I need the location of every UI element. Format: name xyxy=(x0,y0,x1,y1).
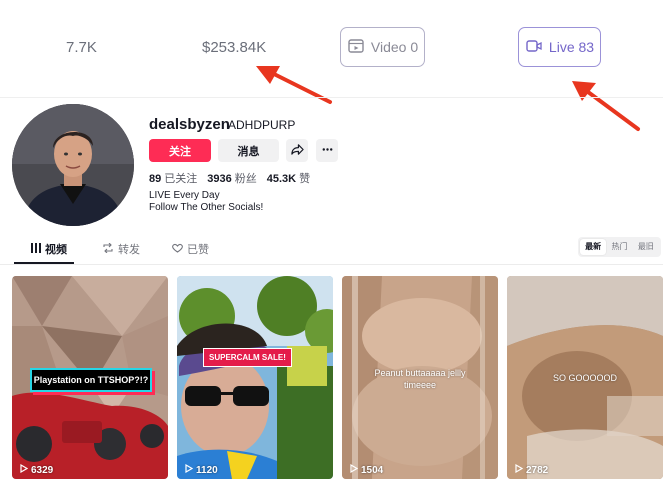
video-card-1[interactable]: Playstation on TTSHOP?!? 6329 xyxy=(12,276,168,479)
video-thumbnail-2 xyxy=(177,276,333,479)
tab-liked[interactable]: 已赞 xyxy=(172,241,209,257)
message-button[interactable]: 消息 xyxy=(218,139,279,162)
annotation-arrow-live xyxy=(572,81,640,131)
nickname: ADHDPURP xyxy=(228,118,296,132)
video-views-3: 1504 xyxy=(350,463,383,476)
more-icon xyxy=(321,143,334,159)
video-count-label: Video 0 xyxy=(370,39,419,55)
video-caption-4: SO GOOOOOD xyxy=(552,373,617,383)
annotation-arrow-revenue xyxy=(256,66,332,104)
video-caption-1: Playstation on TTSHOP?!? xyxy=(30,368,152,392)
heart-icon xyxy=(172,243,183,256)
stat-followers: 7.7K xyxy=(66,39,97,56)
grid-icon xyxy=(31,242,41,256)
following-stat[interactable]: 89 已关注 xyxy=(149,170,197,186)
bio-line-2: Follow The Other Socials! xyxy=(149,202,264,213)
video-count-button[interactable]: Video 0 xyxy=(340,27,425,67)
play-icon xyxy=(350,463,359,476)
play-icon xyxy=(20,463,29,476)
avatar[interactable] xyxy=(12,104,134,226)
sort-latest[interactable]: 最新 xyxy=(580,239,607,255)
header-divider xyxy=(0,97,663,98)
sort-oldest[interactable]: 最旧 xyxy=(633,239,659,255)
repost-icon xyxy=(102,242,114,256)
video-views-4: 2782 xyxy=(515,463,548,476)
likes-stat: 45.3K 赞 xyxy=(266,173,311,185)
profile-counts: 89 已关注 3936 粉丝 45.3K 赞 xyxy=(149,170,310,186)
tab-liked-label: 已赞 xyxy=(187,244,209,256)
live-count-label: Live 83 xyxy=(548,39,595,55)
tab-videos[interactable]: 视频 xyxy=(31,241,67,257)
username: dealsbyzen xyxy=(149,116,230,133)
video-card-2[interactable]: SUPERCALM SALE! 1120 xyxy=(177,276,333,479)
stat-revenue: $253.84K xyxy=(202,39,267,56)
sort-popular[interactable]: 热门 xyxy=(606,239,632,255)
tab-reposts-label: 转发 xyxy=(118,244,140,256)
video-views-2: 1120 xyxy=(185,463,218,476)
bio-line-1: LIVE Every Day xyxy=(149,190,220,201)
more-button[interactable] xyxy=(316,139,338,162)
play-icon xyxy=(185,463,194,476)
video-caption-3: Peanut buttaaaaa jellly timeeee xyxy=(374,368,466,390)
tab-videos-label: 视频 xyxy=(45,244,67,256)
tab-divider xyxy=(0,264,663,265)
video-views-1: 6329 xyxy=(20,463,53,476)
sort-toggle: 最新 热门 最旧 xyxy=(578,237,661,257)
tab-reposts[interactable]: 转发 xyxy=(102,241,140,257)
followers-stat[interactable]: 3936 粉丝 xyxy=(207,170,256,186)
live-icon xyxy=(525,37,543,58)
play-icon xyxy=(515,463,524,476)
video-icon xyxy=(347,37,365,58)
share-button[interactable] xyxy=(286,139,308,162)
video-caption-2: SUPERCALM SALE! xyxy=(203,348,292,367)
follow-button[interactable]: 关注 xyxy=(149,139,211,162)
share-icon xyxy=(290,143,304,159)
video-card-3[interactable]: Peanut buttaaaaa jellly timeeee 1504 xyxy=(342,276,498,479)
live-count-button[interactable]: Live 83 xyxy=(518,27,601,67)
video-card-4[interactable]: SO GOOOOOD 2782 xyxy=(507,276,663,479)
